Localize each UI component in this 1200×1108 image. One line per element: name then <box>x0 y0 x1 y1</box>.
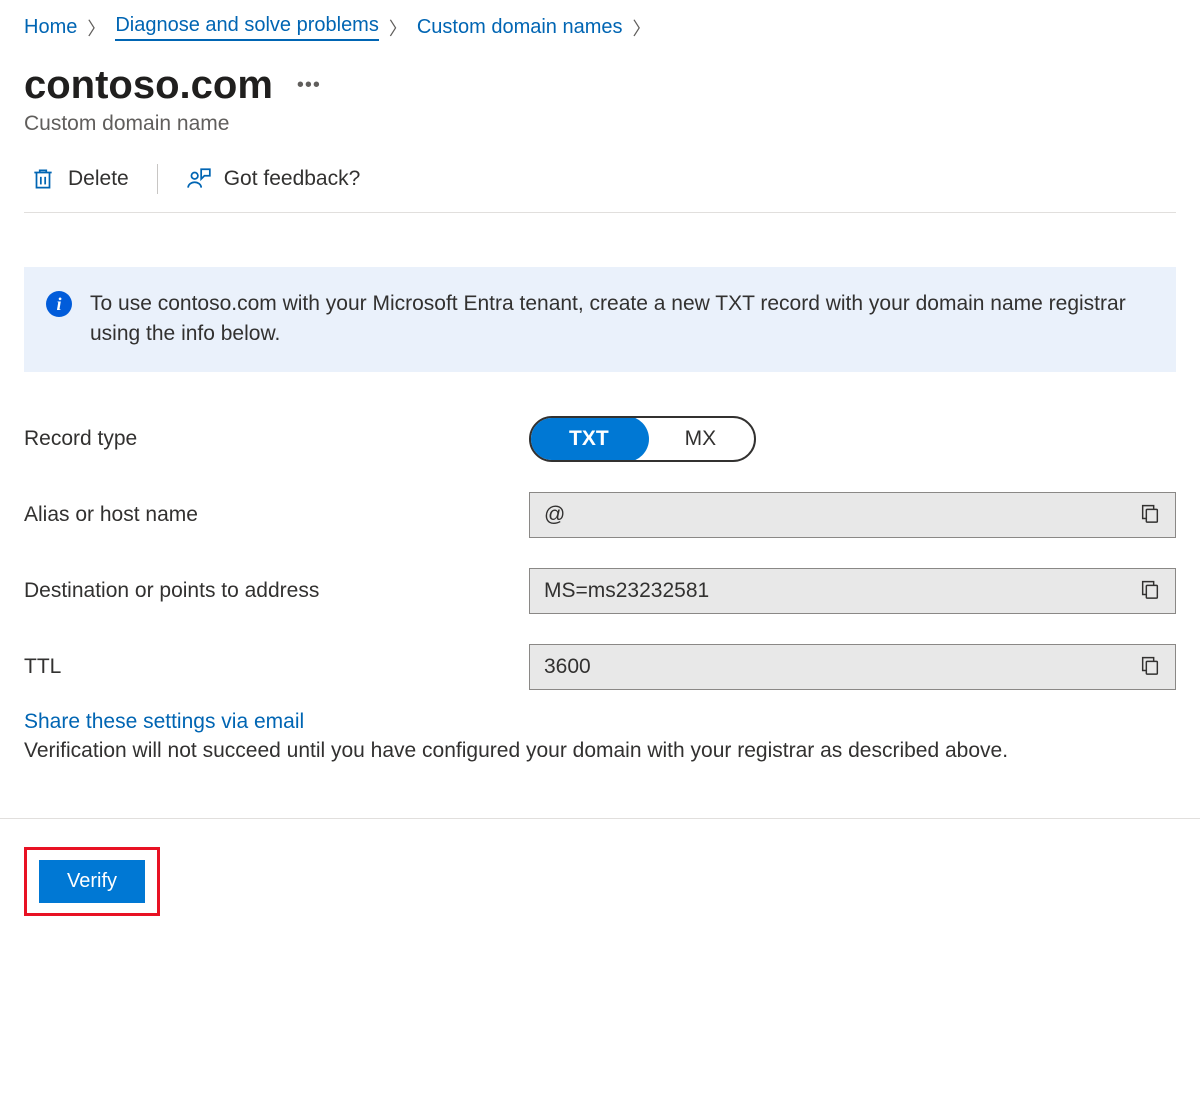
record-type-label: Record type <box>24 427 529 451</box>
copy-icon <box>1139 654 1161 676</box>
destination-field: MS=ms23232581 <box>529 568 1176 614</box>
alias-field: @ <box>529 492 1176 538</box>
alias-label: Alias or host name <box>24 503 529 527</box>
footer-separator <box>0 818 1200 819</box>
footer-bar: Verify <box>24 847 1176 916</box>
breadcrumb-diagnose[interactable]: Diagnose and solve problems <box>115 14 379 41</box>
page-subtitle: Custom domain name <box>24 112 1176 136</box>
record-type-mx[interactable]: MX <box>647 418 755 460</box>
person-feedback-icon <box>186 166 212 192</box>
copy-ttl-button[interactable] <box>1133 650 1167 683</box>
share-settings-link[interactable]: Share these settings via email <box>24 710 304 734</box>
destination-value: MS=ms23232581 <box>544 579 1133 603</box>
delete-label: Delete <box>68 167 129 191</box>
breadcrumb-home[interactable]: Home <box>24 16 77 39</box>
ttl-value: 3600 <box>544 655 1133 679</box>
record-type-txt[interactable]: TXT <box>531 418 647 460</box>
row-record-type: Record type TXT MX <box>24 416 1176 462</box>
chevron-right-icon: 〉 <box>87 15 105 41</box>
breadcrumb: Home 〉 Diagnose and solve problems 〉 Cus… <box>24 14 1176 41</box>
delete-button[interactable]: Delete <box>24 162 135 196</box>
separator <box>157 164 158 194</box>
destination-label: Destination or points to address <box>24 579 529 603</box>
dns-form: Record type TXT MX Alias or host name @ <box>24 416 1176 766</box>
row-ttl: TTL 3600 <box>24 644 1176 690</box>
row-alias: Alias or host name @ <box>24 492 1176 538</box>
ttl-field: 3600 <box>529 644 1176 690</box>
info-banner: i To use contoso.com with your Microsoft… <box>24 267 1176 372</box>
copy-destination-button[interactable] <box>1133 574 1167 607</box>
more-icon[interactable]: ••• <box>297 74 321 97</box>
row-destination: Destination or points to address MS=ms23… <box>24 568 1176 614</box>
copy-icon <box>1139 578 1161 600</box>
info-icon: i <box>46 291 72 317</box>
verification-help-text: Verification will not succeed until you … <box>24 736 1074 766</box>
trash-icon <box>30 166 56 192</box>
page-title: contoso.com <box>24 63 273 108</box>
info-text: To use contoso.com with your Microsoft E… <box>90 289 1146 350</box>
chevron-right-icon: 〉 <box>633 15 651 41</box>
ttl-label: TTL <box>24 655 529 679</box>
breadcrumb-custom-domains[interactable]: Custom domain names <box>417 16 623 39</box>
copy-alias-button[interactable] <box>1133 498 1167 531</box>
verify-highlight: Verify <box>24 847 160 916</box>
record-type-toggle: TXT MX <box>529 416 756 462</box>
command-bar: Delete Got feedback? <box>24 162 1176 213</box>
copy-icon <box>1139 502 1161 524</box>
alias-value: @ <box>544 503 1133 527</box>
chevron-right-icon: 〉 <box>389 15 407 41</box>
feedback-label: Got feedback? <box>224 167 361 191</box>
feedback-button[interactable]: Got feedback? <box>180 162 367 196</box>
verify-button[interactable]: Verify <box>39 860 145 903</box>
